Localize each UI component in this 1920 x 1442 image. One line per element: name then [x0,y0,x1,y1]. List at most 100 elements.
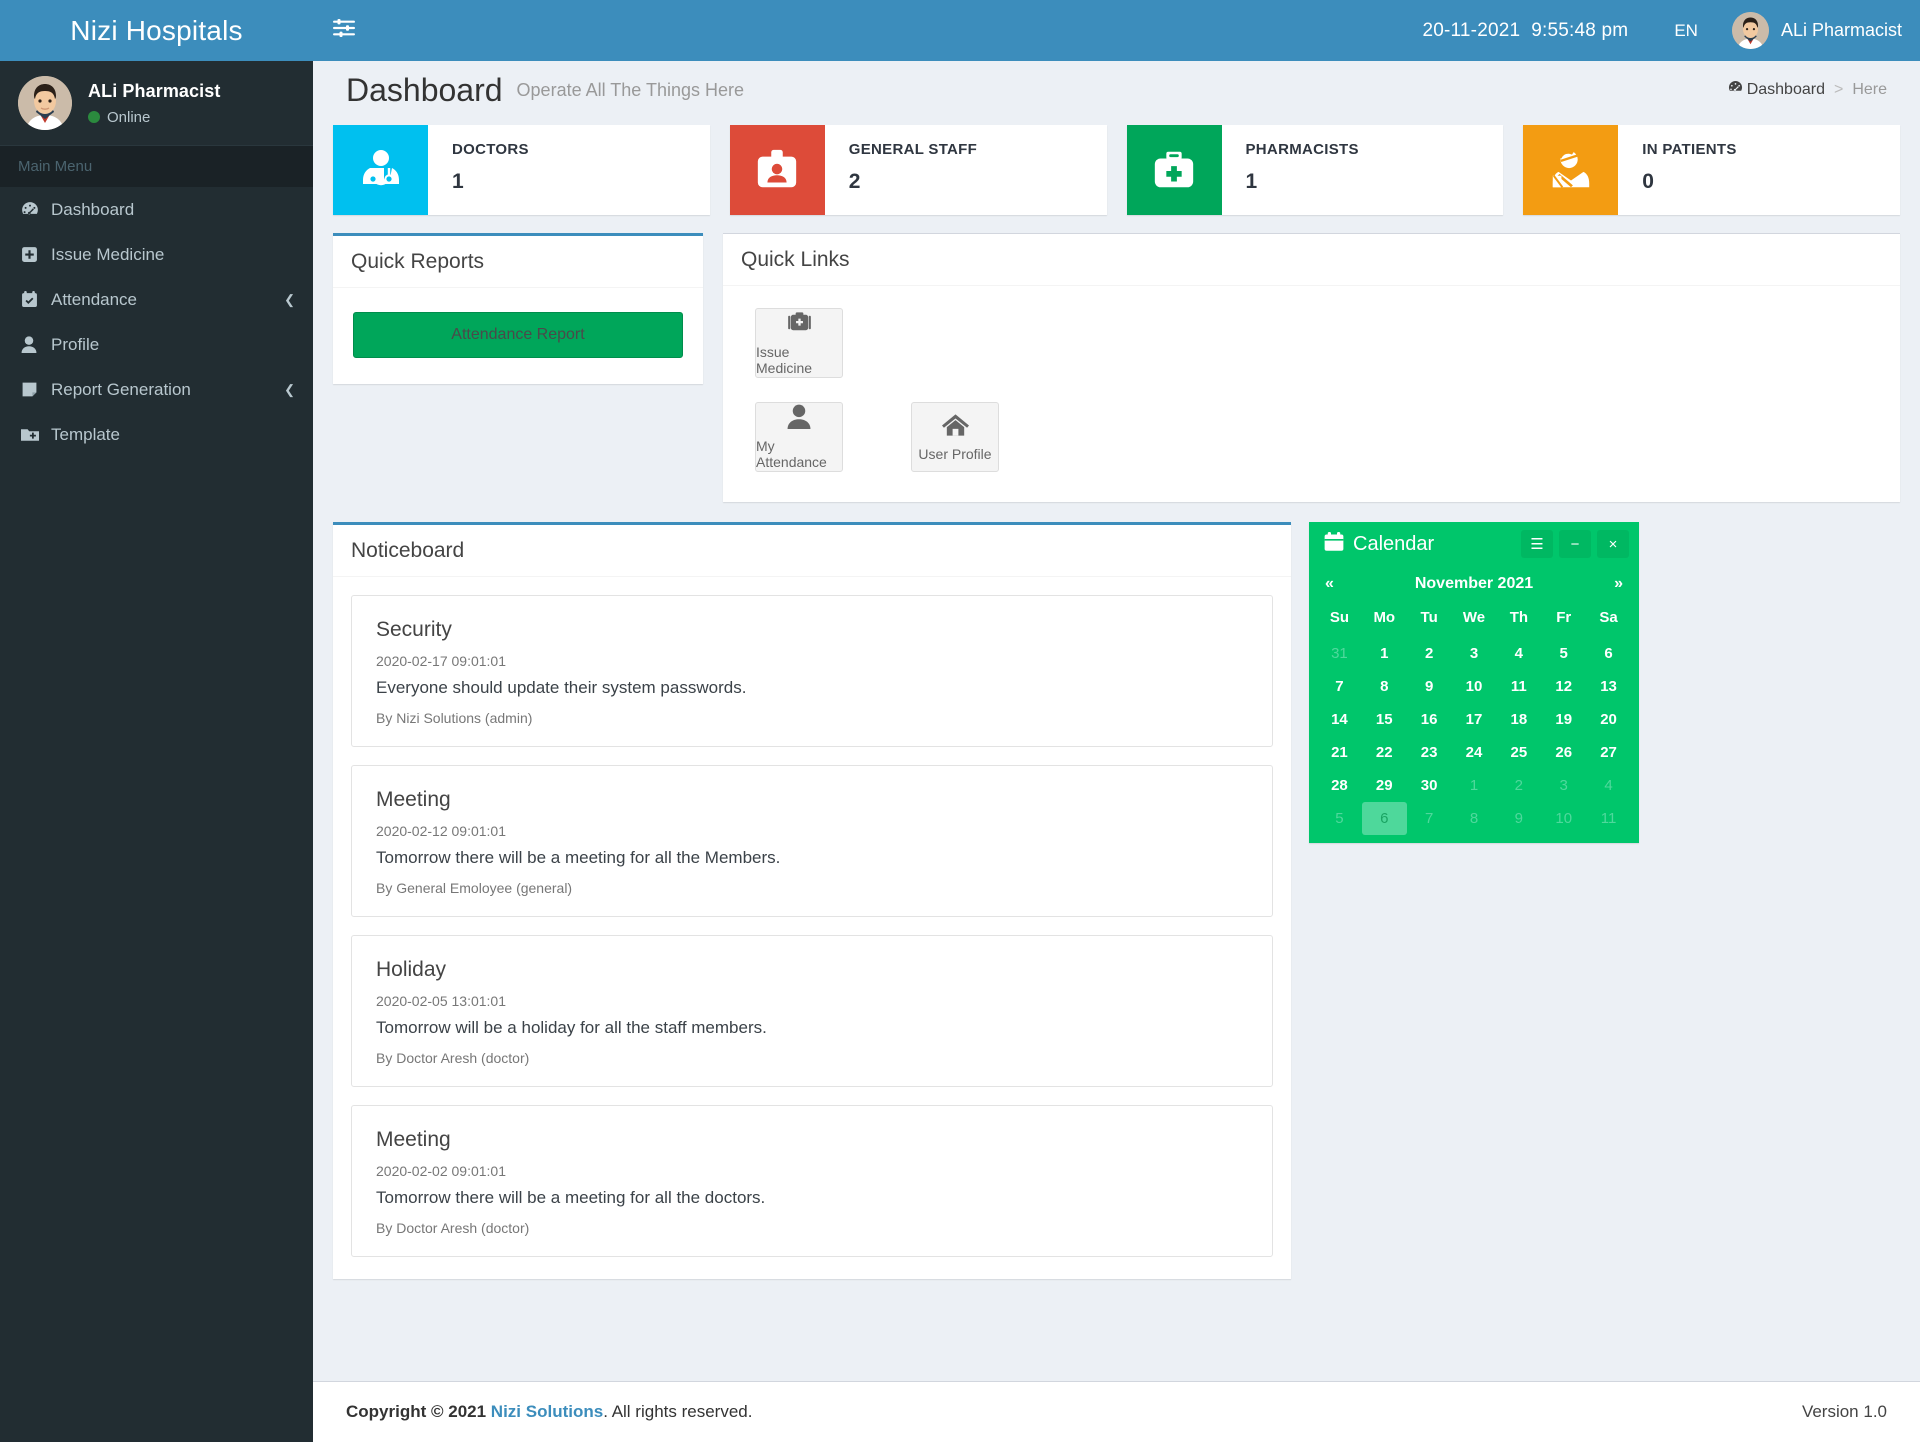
calendar-day[interactable]: 13 [1586,670,1631,703]
calendar-day[interactable]: 29 [1362,769,1407,802]
page-subtitle: Operate All The Things Here [516,79,745,100]
stat-card-general-staff[interactable]: GENERAL STAFF 2 [729,125,1107,215]
chevron-left-icon: ❮ [284,381,295,397]
calendar-close-button[interactable]: × [1597,530,1629,558]
calendar-grid: Su Mo Tu We Th Fr Sa 31 1 2 3 4 5 6 7 8 9 10 11 12 13 14 15 16 1… [1309,602,1639,843]
calendar-day[interactable]: 5 [1541,637,1586,670]
header-date: 20-11-2021 [1422,19,1521,41]
attendance-report-button[interactable]: Attendance Report [353,312,683,358]
calendar-day[interactable]: 3 [1541,769,1586,802]
id-badge-icon [729,125,825,215]
quick-link-user-profile[interactable]: User Profile [911,402,999,472]
quick-link-label: User Profile [918,445,992,462]
sidebar-item-issue-medicine[interactable]: Issue Medicine [0,232,313,277]
language-selector[interactable]: EN [1648,21,1724,41]
header-time: 9:55:48 pm [1531,19,1629,41]
stat-card-value: 2 [848,170,861,193]
calendar-day[interactable]: 7 [1317,670,1362,703]
calendar-day[interactable]: 10 [1541,802,1586,835]
calendar-day[interactable]: 25 [1496,736,1541,769]
calendar-day[interactable]: 6 [1586,637,1631,670]
calendar-day[interactable]: 14 [1317,703,1362,736]
list-item[interactable]: Meeting 2020-02-12 09:01:01 Tomorrow the… [351,765,1273,917]
calendar-day[interactable]: 2 [1407,637,1452,670]
stat-card-value: 1 [1245,170,1258,193]
quick-link-label: My Attendance [756,438,827,470]
calendar-day[interactable]: 8 [1362,670,1407,703]
calendar-day[interactable]: 8 [1452,802,1497,835]
calendar-weekday: Su [1329,609,1349,626]
calendar-day[interactable]: 19 [1541,703,1586,736]
calendar-day[interactable]: 4 [1496,637,1541,670]
calendar-day[interactable]: 31 [1317,637,1362,670]
sidebar-item-profile[interactable]: Profile [0,322,313,367]
calendar-day[interactable]: 28 [1317,769,1362,802]
calendar-day[interactable]: 20 [1586,703,1631,736]
footer-copyright-prefix: Copyright © 2021 [346,1402,487,1421]
calendar-day[interactable]: 24 [1452,736,1497,769]
calendar-prev-button[interactable]: « [1325,575,1334,593]
calendar-minimize-button[interactable]: − [1559,530,1591,558]
list-item[interactable]: Holiday 2020-02-05 13:01:01 Tomorrow wil… [351,935,1273,1087]
calendar-day[interactable]: 3 [1452,637,1497,670]
sidebar-item-attendance[interactable]: Attendance ❮ [0,277,313,322]
calendar-day-today[interactable]: 6 [1361,802,1407,835]
page-title: Dashboard [346,71,503,108]
calendar-day[interactable]: 2 [1496,769,1541,802]
calendar-day[interactable]: 11 [1496,670,1541,703]
calendar-day[interactable]: 11 [1586,802,1631,835]
sidebar-item-report-generation[interactable]: Report Generation ❮ [0,367,313,412]
quick-link-issue-medicine[interactable]: Issue Medicine [755,308,843,378]
stat-card-label: GENERAL STAFF [848,141,978,158]
medkit-icon [1126,125,1222,215]
calendar-day[interactable]: 27 [1586,736,1631,769]
calendar-day[interactable]: 26 [1541,736,1586,769]
calendar-day[interactable]: 16 [1407,703,1452,736]
quick-link-my-attendance[interactable]: My Attendance [755,402,843,472]
noticeboard-section: Noticeboard Security 2020-02-17 09:01:01… [313,522,1920,1279]
stat-card-in-patients[interactable]: IN PATIENTS 0 [1523,125,1900,215]
brand-logo[interactable]: Nizi Hospitals [0,0,313,61]
calendar-weekday: Tu [1420,609,1438,626]
sidebar-user-status-label: Online [107,108,151,126]
calendar-next-button[interactable]: » [1614,575,1623,593]
sidebar-toggle-button[interactable] [313,0,375,61]
calendar-day[interactable]: 7 [1407,802,1452,835]
sidebar-item-label: Report Generation [51,379,191,399]
calendar-day[interactable]: 23 [1407,736,1452,769]
calendar-day[interactable]: 10 [1452,670,1497,703]
calendar-day[interactable]: 30 [1407,769,1452,802]
calendar-day[interactable]: 21 [1317,736,1362,769]
notice-author: By Nizi Solutions (admin) [376,710,533,726]
calendar-day[interactable]: 5 [1317,802,1362,835]
calendar-day[interactable]: 1 [1362,637,1407,670]
footer-copyright: Copyright © 2021 Nizi Solutions. All rig… [346,1402,752,1422]
calendar-day[interactable]: 22 [1362,736,1407,769]
calendar-day[interactable]: 15 [1362,703,1407,736]
list-item[interactable]: Meeting 2020-02-02 09:01:01 Tomorrow the… [351,1105,1273,1257]
sidebar-item-dashboard[interactable]: Dashboard [0,187,313,232]
stat-card-doctors[interactable]: DOCTORS 1 [333,125,710,215]
calendar-header: Calendar ☰ − × [1309,522,1639,566]
sidebar-item-label: Issue Medicine [51,244,165,264]
notice-text: Tomorrow there will be a meeting for all… [376,1188,766,1207]
calendar-day[interactable]: 17 [1452,703,1497,736]
calendar-day[interactable]: 1 [1452,769,1497,802]
stat-card-pharmacists[interactable]: PHARMACISTS 1 [1126,125,1504,215]
sliders-icon [333,19,355,42]
avatar-illustration [1731,12,1769,49]
stat-card-body: PHARMACISTS 1 [1222,125,1359,215]
calendar-day[interactable]: 9 [1496,802,1541,835]
calendar-day[interactable]: 9 [1407,670,1452,703]
header-user-menu[interactable]: ALi Pharmacist [1724,0,1920,61]
quick-section: Quick Reports Attendance Report Quick Li… [313,233,1920,502]
footer-brand-link[interactable]: Nizi Solutions [491,1402,603,1421]
list-item[interactable]: Security 2020-02-17 09:01:01 Everyone sh… [351,595,1273,747]
calendar-day[interactable]: 12 [1541,670,1586,703]
stat-card-label: IN PATIENTS [1642,141,1737,158]
breadcrumb-dashboard-link[interactable]: Dashboard [1728,80,1825,100]
sidebar-item-template[interactable]: Template [0,412,313,457]
calendar-menu-button[interactable]: ☰ [1521,530,1553,558]
calendar-day[interactable]: 4 [1586,769,1631,802]
calendar-day[interactable]: 18 [1496,703,1541,736]
